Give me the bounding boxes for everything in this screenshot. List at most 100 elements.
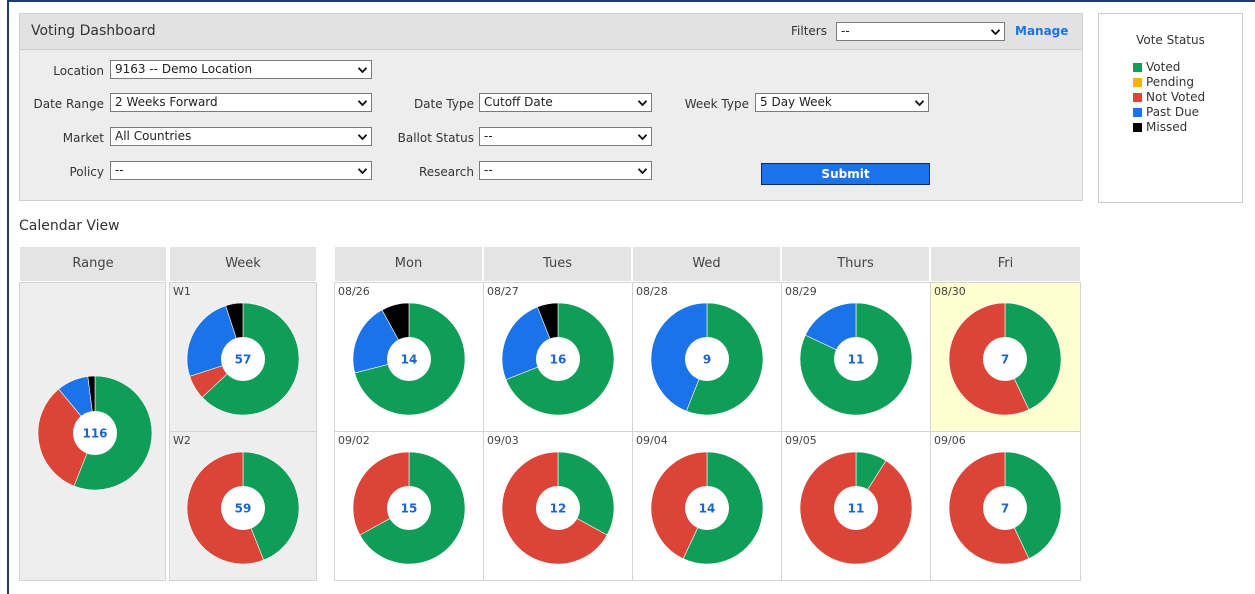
legend-item: Pending: [1133, 75, 1205, 90]
submit-button[interactable]: Submit: [761, 163, 930, 185]
location-select[interactable]: 9163 -- Demo Location: [110, 60, 372, 79]
day-date-label: 08/30: [934, 285, 966, 298]
date-type-select-value: Cutoff Date: [484, 95, 553, 109]
research-select[interactable]: --: [479, 161, 652, 180]
calendar-title: Calendar View: [19, 218, 120, 234]
filter-panel: Voting Dashboard Filters -- Manage Locat…: [19, 13, 1083, 201]
chevron-down-icon: [638, 134, 647, 140]
policy-select-value: --: [115, 163, 124, 177]
chevron-down-icon: [358, 134, 367, 140]
donut-count: 9: [703, 353, 711, 367]
week-type-select[interactable]: 5 Day Week: [755, 93, 929, 112]
day-cell[interactable]: 08/26 14: [334, 282, 484, 432]
donut-count: 7: [1001, 353, 1009, 367]
donut-count: 14: [699, 502, 716, 516]
donut-count: 11: [848, 502, 865, 516]
donut-chart[interactable]: 7: [948, 451, 1062, 565]
legend-item: Past Due: [1133, 105, 1205, 120]
legend-item: Missed: [1133, 120, 1205, 135]
day-date-label: 09/03: [487, 434, 519, 447]
day-date-label: 08/26: [338, 285, 370, 298]
policy-label: Policy: [69, 165, 104, 179]
ballot-status-select[interactable]: --: [479, 127, 652, 146]
legend-item: Voted: [1133, 60, 1205, 75]
date-type-label: Date Type: [413, 97, 474, 111]
donut-count: 16: [550, 353, 567, 367]
donut-chart[interactable]: 59: [186, 451, 300, 565]
market-label: Market: [62, 131, 104, 145]
legend-swatch: [1133, 78, 1142, 87]
donut-chart[interactable]: 15: [352, 451, 466, 565]
donut-chart[interactable]: 11: [799, 302, 913, 416]
day-cell[interactable]: 09/06 7: [930, 431, 1081, 581]
donut-chart[interactable]: 116: [37, 375, 153, 491]
chevron-down-icon: [358, 168, 367, 174]
donut-chart[interactable]: 9: [650, 302, 764, 416]
column-header-fri: Fri: [931, 247, 1080, 281]
donut-chart[interactable]: 11: [799, 451, 913, 565]
donut-count: 14: [401, 353, 418, 367]
date-type-select[interactable]: Cutoff Date: [479, 93, 652, 112]
policy-select[interactable]: --: [110, 161, 372, 180]
chevron-down-icon: [915, 100, 924, 106]
window-border-left: [7, 0, 9, 594]
week-type-label: Week Type: [684, 97, 749, 111]
day-date-label: 08/27: [487, 285, 519, 298]
legend-items: Voted Pending Not Voted Past Due Missed: [1133, 60, 1205, 135]
day-cell[interactable]: 08/28 9: [632, 282, 782, 432]
day-date-label: 09/04: [636, 434, 668, 447]
range-cell[interactable]: 116: [19, 282, 166, 581]
week-cell-w1[interactable]: W1 57: [169, 282, 317, 432]
panel-header: Voting Dashboard Filters -- Manage: [20, 14, 1082, 50]
legend-swatch: [1133, 123, 1142, 132]
week-type-select-value: 5 Day Week: [760, 95, 832, 109]
donut-chart[interactable]: 16: [501, 302, 615, 416]
column-header-wed: Wed: [633, 247, 780, 281]
page-title: Voting Dashboard: [31, 23, 156, 39]
legend-swatch: [1133, 108, 1142, 117]
day-date-label: 08/29: [785, 285, 817, 298]
legend-label: Missed: [1146, 120, 1188, 134]
day-cell[interactable]: 08/27 16: [483, 282, 633, 432]
donut-chart[interactable]: 14: [352, 302, 466, 416]
donut-count: 12: [550, 502, 567, 516]
column-header-week: Week: [170, 247, 316, 281]
legend-label: Pending: [1146, 75, 1194, 89]
donut-count: 15: [401, 502, 418, 516]
donut-count: 7: [1001, 502, 1009, 516]
filters-select-value: --: [841, 24, 850, 38]
day-cell[interactable]: 09/04 14: [632, 431, 782, 581]
day-date-label: 09/02: [338, 434, 370, 447]
day-date-label: 09/06: [934, 434, 966, 447]
filters-select[interactable]: --: [836, 22, 1005, 41]
day-cell[interactable]: 09/02 15: [334, 431, 484, 581]
day-cell[interactable]: 08/29 11: [781, 282, 931, 432]
location-select-value: 9163 -- Demo Location: [115, 62, 253, 76]
day-cell[interactable]: 08/30 7: [930, 282, 1081, 432]
legend-label: Past Due: [1146, 105, 1200, 119]
day-date-label: 09/05: [785, 434, 817, 447]
donut-chart[interactable]: 7: [948, 302, 1062, 416]
legend-title: Vote Status: [1136, 33, 1205, 47]
date-range-select-value: 2 Weeks Forward: [115, 95, 218, 109]
chevron-down-icon: [991, 29, 1000, 35]
week-label: W2: [173, 434, 191, 447]
location-label: Location: [53, 64, 104, 78]
chevron-down-icon: [358, 67, 367, 73]
filters-label: Filters: [791, 24, 827, 38]
day-date-label: 08/28: [636, 285, 668, 298]
donut-chart[interactable]: 57: [186, 302, 300, 416]
market-select[interactable]: All Countries: [110, 127, 372, 146]
week-cell-w2[interactable]: W2 59: [169, 431, 317, 581]
day-cell[interactable]: 09/03 12: [483, 431, 633, 581]
chevron-down-icon: [638, 100, 647, 106]
date-range-select[interactable]: 2 Weeks Forward: [110, 93, 372, 112]
legend-swatch: [1133, 93, 1142, 102]
column-header-range: Range: [20, 247, 166, 281]
day-cell[interactable]: 09/05 11: [781, 431, 931, 581]
window-border-top: [7, 0, 1255, 2]
column-header-tues: Tues: [484, 247, 631, 281]
manage-link[interactable]: Manage: [1015, 24, 1068, 38]
donut-chart[interactable]: 12: [501, 451, 615, 565]
donut-chart[interactable]: 14: [650, 451, 764, 565]
